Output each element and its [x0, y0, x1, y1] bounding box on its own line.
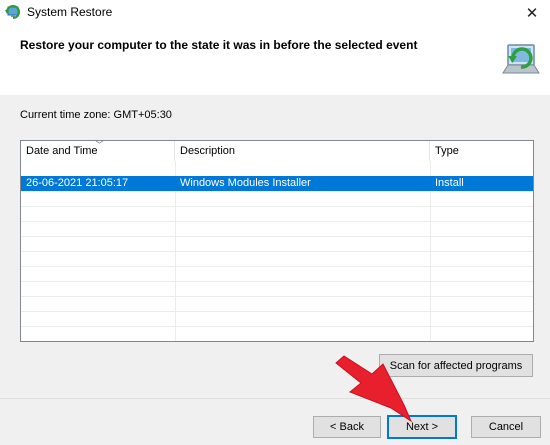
grid-line: [21, 221, 533, 222]
cancel-button[interactable]: Cancel: [471, 416, 541, 438]
grid-line: [21, 206, 533, 207]
grid-line: [21, 236, 533, 237]
window-title: System Restore: [27, 5, 113, 19]
close-icon: ✕: [525, 4, 539, 22]
grid-line: [21, 311, 533, 312]
close-button[interactable]: ✕: [514, 0, 550, 25]
table-row[interactable]: 26-06-2021 21:05:17 Windows Modules Inst…: [21, 176, 533, 191]
grid-line: [21, 191, 533, 192]
restore-monitor-icon: [502, 44, 540, 74]
column-type[interactable]: Type: [430, 141, 533, 161]
list-header: Date and Time ﹀ Description Type: [21, 141, 533, 161]
system-restore-icon: [5, 5, 20, 19]
row-type: Install: [435, 177, 464, 189]
grid-line: [21, 266, 533, 267]
grid-line: [21, 296, 533, 297]
timezone-label: Current time zone: GMT+05:30: [20, 109, 172, 121]
title-bar: System Restore ✕: [0, 0, 550, 25]
grid-line: [21, 251, 533, 252]
wizard-header: Restore your computer to the state it wa…: [0, 25, 550, 95]
row-description: Windows Modules Installer: [180, 177, 311, 189]
column-description[interactable]: Description: [175, 141, 430, 161]
row-date: 26-06-2021 21:05:17: [26, 177, 129, 189]
back-button[interactable]: < Back: [313, 416, 381, 438]
grid-line: [21, 281, 533, 282]
sort-caret-icon: ﹀: [95, 140, 105, 150]
page-heading: Restore your computer to the state it wa…: [20, 38, 418, 52]
grid-line: [21, 326, 533, 327]
scan-affected-programs-button[interactable]: Scan for affected programs: [379, 354, 533, 377]
restore-content: Current time zone: GMT+05:30 Date and Ti…: [0, 95, 550, 398]
column-date-and-time[interactable]: Date and Time ﹀: [21, 141, 175, 161]
restore-points-list[interactable]: Date and Time ﹀ Description Type 26-06-2…: [20, 140, 534, 342]
next-button[interactable]: Next >: [387, 415, 457, 439]
wizard-footer: < Back Next > Cancel: [0, 399, 550, 445]
